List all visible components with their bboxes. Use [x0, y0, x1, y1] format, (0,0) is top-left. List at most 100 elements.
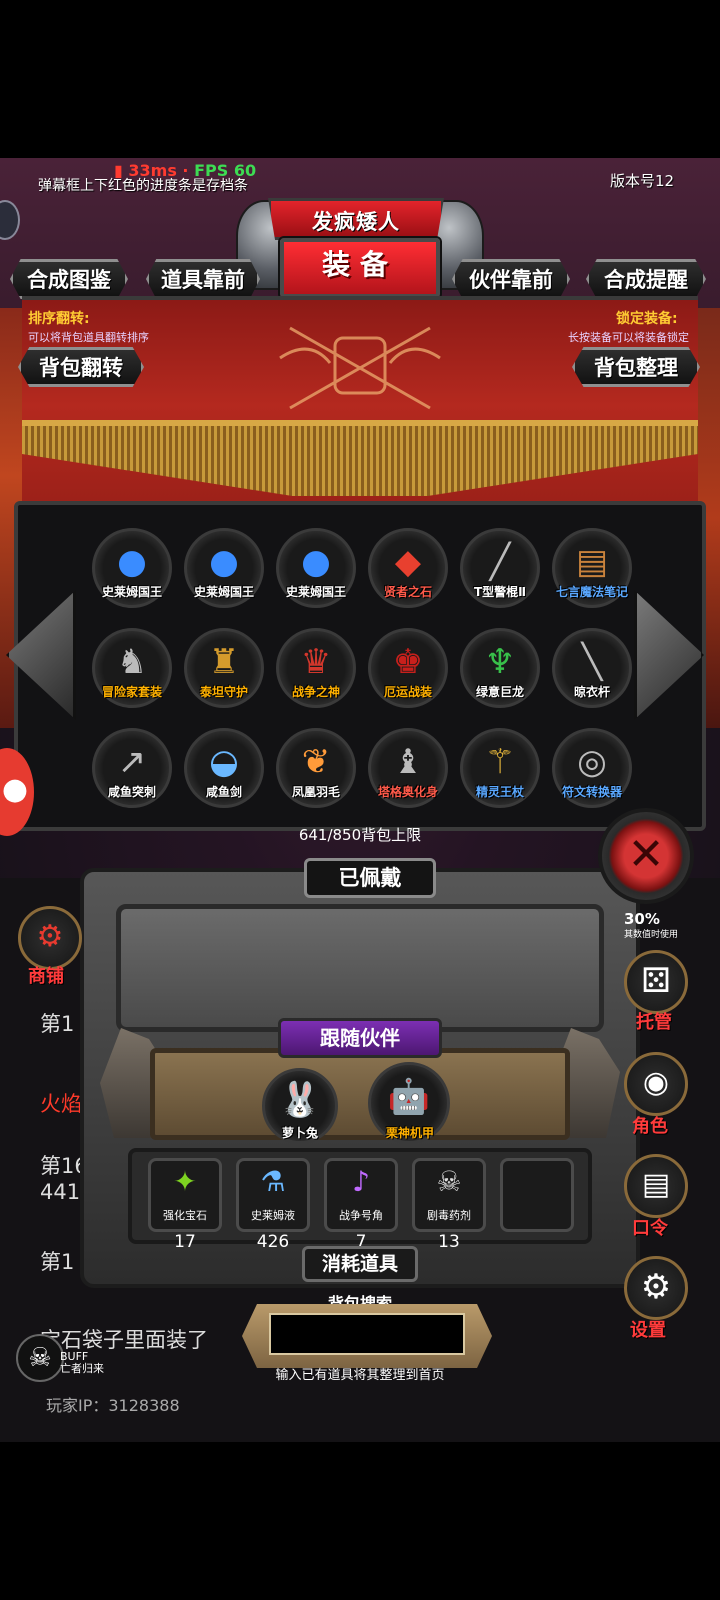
poison-icon: ☠ — [436, 1165, 462, 1198]
inventory-item-label: T型警棍Ⅱ — [473, 585, 527, 599]
inventory-item-label: 冒险家套装 — [101, 685, 162, 699]
hood-icon: ◉ — [642, 1065, 670, 1100]
close-button[interactable]: ✕ — [598, 808, 694, 904]
search-hint: 输入已有道具将其整理到首页 — [275, 1368, 445, 1383]
role-button[interactable]: ◉ — [624, 1052, 688, 1116]
dragon-icon: ♆ — [484, 642, 516, 683]
log-line-1: 第1 — [40, 1012, 75, 1036]
bag-tidy-button[interactable]: 背包整理 — [572, 347, 700, 387]
inventory-item-label: 绿意巨龙 — [475, 685, 524, 699]
sort-flip-desc: 可以将背包道具翻转排序 — [28, 331, 149, 344]
bag-capacity: 641/850背包上限 — [298, 826, 422, 844]
bag-search-input[interactable] — [269, 1313, 465, 1355]
dice-icon: ⚄ — [641, 961, 671, 1001]
inventory-item-label: 咸鱼剑 — [205, 785, 242, 799]
game-screen: ▮ 33ms · FPS 60 弹幕框上下红色的进度条是存档条 版本号12 发疯… — [0, 158, 720, 1442]
consumable-slot[interactable]: ⚗ 史莱姆液 — [236, 1158, 310, 1232]
inventory-item-label: 精灵王杖 — [475, 785, 524, 799]
spear-icon: ↗ — [117, 742, 147, 783]
inventory-item-label: 晾衣杆 — [573, 685, 610, 699]
consumable-slot[interactable]: ♪ 战争号角 — [324, 1158, 398, 1232]
baton-icon: ╱ — [489, 542, 511, 583]
skull-icon[interactable]: ☠ — [16, 1334, 64, 1382]
log-line-4: 441 — [40, 1180, 81, 1204]
inventory-item-label: 符文转换器 — [561, 785, 622, 799]
pole-icon: ╲ — [581, 642, 603, 683]
adventurer-icon: ♞ — [116, 642, 148, 683]
buff-desc: 亡者归来 — [60, 1362, 104, 1375]
consumable-label: 战争号角 — [339, 1209, 383, 1222]
slime-icon: ● — [117, 542, 147, 583]
role-label: 角色 — [632, 1116, 668, 1137]
doom-armor-icon: ♚ — [392, 642, 424, 683]
settings-button[interactable]: ⚙ — [624, 1256, 688, 1320]
craft-guide-button[interactable]: 合成图鉴 — [10, 259, 128, 299]
version-label: 版本号12 — [610, 172, 675, 190]
inventory-item-label: 泰坦守护 — [199, 685, 248, 699]
companion-plate — [150, 1048, 570, 1140]
titan-icon: ♜ — [208, 642, 240, 683]
consumables-title: 消耗道具 — [302, 1246, 418, 1282]
auto-percent-desc: 其数值时使用 — [624, 930, 679, 940]
crossed-swords-emblem-icon — [279, 326, 441, 410]
command-button[interactable]: ▤ — [624, 1154, 688, 1218]
inventory-item-label: 史莱姆国王 — [193, 585, 254, 599]
page-title: 装备 — [321, 248, 398, 281]
consumable-count: 17 — [174, 1232, 196, 1252]
war-god-icon: ♛ — [300, 642, 332, 683]
inventory-item-label: 贤者之石 — [383, 585, 432, 599]
manage-button[interactable]: ⚄ — [624, 950, 688, 1014]
consumable-slot[interactable]: ✦ 强化宝石 — [148, 1158, 222, 1232]
log-line-5: 第1 — [40, 1250, 75, 1274]
companion-label-1: 萝卜兔 — [281, 1126, 318, 1140]
player-ip: 玩家IP：3128388 — [46, 1396, 180, 1415]
inventory-item-label: 史莱姆国王 — [101, 585, 162, 599]
scepter-icon: ⚚ — [484, 742, 516, 783]
fish-icon: ◒ — [209, 742, 239, 783]
settings-label: 设置 — [630, 1320, 666, 1341]
gem-icon: ◆ — [394, 542, 422, 583]
auto-percent: 30% — [624, 910, 660, 928]
lock-equip-desc: 长按装备可以将装备锁定 — [568, 331, 689, 344]
gem-icon: ✦ — [173, 1165, 197, 1198]
inventory-item-label: 史莱姆国王 — [285, 585, 346, 599]
companion-label-2: 栗神机甲 — [385, 1126, 434, 1140]
inventory-item-label: 厄运战装 — [383, 685, 432, 699]
save-bar-hint: 弹幕框上下红色的进度条是存档条 — [38, 178, 248, 194]
slime-icon: ● — [301, 542, 331, 583]
shop-label: 商铺 — [28, 966, 64, 987]
equipped-title: 已佩戴 — [304, 858, 436, 898]
consumable-label: 强化宝石 — [163, 1209, 207, 1222]
consumable-count: 426 — [256, 1232, 290, 1252]
feather-icon: ❦ — [301, 742, 331, 783]
slime-icon: ● — [209, 542, 239, 583]
player-name: 发疯矮人 — [312, 210, 400, 234]
horn-icon: ♪ — [352, 1165, 370, 1198]
consumable-count: 13 — [438, 1232, 460, 1252]
partner-first-button[interactable]: 伙伴靠前 — [452, 259, 570, 299]
inventory-item-label: 七言魔法笔记 — [555, 585, 628, 599]
inventory-item-label: 凤凰羽毛 — [291, 785, 340, 799]
craft-remind-button[interactable]: 合成提醒 — [586, 259, 706, 299]
bag-flip-button[interactable]: 背包翻转 — [18, 347, 144, 387]
consumable-slot[interactable]: ☠ 剧毒药剂 — [412, 1158, 486, 1232]
consumable-label: 剧毒药剂 — [427, 1209, 471, 1222]
companions-title: 跟随伙伴 — [278, 1018, 442, 1058]
equipped-slot-area — [116, 904, 604, 1032]
gear-icon: ⚙ — [640, 1267, 672, 1307]
buff-text: BUFF 亡者归来 — [60, 1351, 104, 1375]
rune-converter-icon: ◎ — [577, 742, 607, 783]
consumable-slot-empty[interactable] — [500, 1158, 574, 1232]
log-line-2: 火焰 — [40, 1092, 82, 1116]
inventory-item-label: 战争之神 — [291, 685, 340, 699]
command-label: 口令 — [632, 1218, 668, 1239]
items-first-button[interactable]: 道具靠前 — [146, 259, 260, 299]
sort-flip-title: 排序翻转: — [28, 311, 90, 327]
shop-button[interactable]: ⚙ — [18, 906, 82, 970]
book-icon: ▤ — [575, 542, 609, 583]
potion-icon: ⚗ — [260, 1165, 286, 1198]
inventory-item-label: 塔格奥化身 — [377, 785, 438, 799]
tago-icon: ♝ — [392, 742, 424, 783]
manage-label: 托管 — [636, 1012, 672, 1033]
lock-equip-title: 锁定装备: — [616, 311, 678, 327]
